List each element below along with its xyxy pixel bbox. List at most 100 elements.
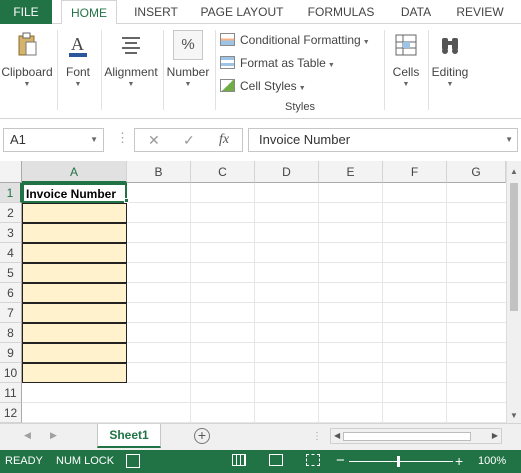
sheet-tab-bar: ◀ ▶ Sheet1 + ⋮ ◀ ▶ bbox=[0, 423, 521, 450]
cell-a5[interactable] bbox=[22, 263, 127, 283]
tab-split-handle[interactable]: ⋮ bbox=[312, 431, 323, 442]
worksheet-grid: A B C D E F G 1 2 3 4 5 6 7 8 9 10 11 12… bbox=[0, 161, 521, 423]
styles-group-label: Styles bbox=[285, 101, 315, 113]
horizontal-scrollbar[interactable]: ◀ ▶ bbox=[330, 428, 502, 444]
cell-a10[interactable] bbox=[22, 363, 127, 383]
ribbon-divider bbox=[384, 30, 385, 110]
cell-a3[interactable] bbox=[22, 223, 127, 243]
cell-a4[interactable] bbox=[22, 243, 127, 263]
zoom-out-button[interactable]: − bbox=[336, 452, 345, 469]
conditional-formatting-icon bbox=[220, 33, 235, 46]
ribbon: Clipboard ▼ A Font ▼ Alignment ▼ % Numbe… bbox=[0, 24, 521, 119]
format-as-table-button[interactable]: Format as Table ▼ bbox=[218, 53, 378, 76]
editing-group[interactable]: Editing ▼ bbox=[430, 28, 470, 112]
tab-data[interactable]: DATA bbox=[392, 0, 440, 24]
scroll-right-icon[interactable]: ▶ bbox=[492, 431, 498, 440]
chevron-down-icon: ▼ bbox=[127, 81, 135, 88]
add-sheet-icon[interactable]: + bbox=[194, 428, 210, 444]
formula-bar: A1 ▼ ⋮ ✕ ✓ fx Invoice Number ▼ bbox=[0, 119, 521, 161]
row-header-7[interactable]: 7 bbox=[0, 303, 22, 323]
row-header-11[interactable]: 11 bbox=[0, 383, 22, 403]
svg-text:A: A bbox=[71, 34, 84, 54]
chevron-down-icon: ▼ bbox=[446, 81, 454, 88]
row-header-6[interactable]: 6 bbox=[0, 283, 22, 303]
cells-icon bbox=[391, 30, 421, 60]
styles-group: Conditional Formatting ▼ Format as Table ▼… bbox=[218, 30, 378, 99]
cell-a7[interactable] bbox=[22, 303, 127, 323]
macro-record-icon[interactable] bbox=[126, 454, 140, 468]
formula-input[interactable]: Invoice Number ▼ bbox=[248, 128, 518, 152]
tab-formulas[interactable]: FORMULAS bbox=[300, 0, 382, 24]
page-layout-view-icon[interactable] bbox=[269, 454, 283, 466]
conditional-formatting-button[interactable]: Conditional Formatting ▼ bbox=[218, 30, 378, 53]
chevron-down-icon: ▼ bbox=[74, 81, 82, 88]
tab-page-layout[interactable]: PAGE LAYOUT bbox=[196, 0, 288, 24]
ribbon-divider bbox=[215, 30, 216, 110]
grid-line bbox=[190, 183, 191, 423]
zoom-level[interactable]: 100% bbox=[478, 455, 506, 467]
status-bar: READY NUM LOCK − + 100% bbox=[0, 450, 521, 473]
column-header-d[interactable]: D bbox=[255, 161, 319, 183]
column-header-a[interactable]: A bbox=[22, 161, 127, 183]
next-sheet-icon[interactable]: ▶ bbox=[50, 430, 57, 441]
column-header-c[interactable]: C bbox=[191, 161, 255, 183]
number-group[interactable]: % Number ▼ bbox=[164, 28, 212, 112]
vertical-scrollbar[interactable]: ▲ ▼ bbox=[506, 161, 521, 423]
scroll-left-icon[interactable]: ◀ bbox=[334, 431, 340, 440]
insert-function-icon[interactable]: fx bbox=[219, 132, 229, 148]
select-all-corner[interactable] bbox=[0, 161, 22, 183]
column-header-b[interactable]: B bbox=[127, 161, 191, 183]
cell-a2[interactable] bbox=[22, 203, 127, 223]
row-header-10[interactable]: 10 bbox=[0, 363, 22, 383]
page-break-view-icon[interactable] bbox=[306, 454, 320, 466]
cell-a9[interactable] bbox=[22, 343, 127, 363]
vertical-scroll-thumb[interactable] bbox=[510, 183, 518, 311]
clipboard-label: Clipboard bbox=[1, 65, 53, 79]
cell-a1[interactable]: Invoice Number bbox=[22, 183, 127, 203]
name-box-value: A1 bbox=[10, 132, 26, 147]
cell-a8[interactable] bbox=[22, 323, 127, 343]
font-group[interactable]: A Font ▼ bbox=[58, 28, 98, 112]
scroll-down-icon[interactable]: ▼ bbox=[510, 411, 518, 420]
zoom-in-button[interactable]: + bbox=[455, 453, 463, 469]
status-ready: READY bbox=[5, 455, 43, 467]
row-header-1[interactable]: 1 bbox=[0, 183, 22, 203]
grid-line bbox=[254, 183, 255, 423]
column-header-e[interactable]: E bbox=[319, 161, 383, 183]
fill-handle[interactable] bbox=[124, 198, 129, 203]
sheet-tab-sheet1[interactable]: Sheet1 bbox=[97, 424, 161, 448]
row-header-5[interactable]: 5 bbox=[0, 263, 22, 283]
zoom-slider-track[interactable] bbox=[349, 461, 453, 462]
prev-sheet-icon[interactable]: ◀ bbox=[24, 430, 31, 441]
cell-styles-button[interactable]: Cell Styles ▼ bbox=[218, 76, 378, 99]
alignment-group[interactable]: Alignment ▼ bbox=[102, 28, 160, 112]
tab-file[interactable]: FILE bbox=[0, 0, 52, 24]
row-header-3[interactable]: 3 bbox=[0, 223, 22, 243]
chevron-down-icon[interactable]: ▼ bbox=[90, 129, 98, 151]
tab-home[interactable]: HOME bbox=[61, 0, 117, 25]
cells-group[interactable]: Cells ▼ bbox=[387, 28, 425, 112]
row-header-8[interactable]: 8 bbox=[0, 323, 22, 343]
font-label: Font bbox=[65, 65, 90, 79]
column-header-g[interactable]: G bbox=[447, 161, 506, 183]
cell-a6[interactable] bbox=[22, 283, 127, 303]
enter-icon[interactable]: ✓ bbox=[183, 132, 195, 149]
horizontal-scroll-thumb[interactable] bbox=[343, 432, 471, 441]
name-box[interactable]: A1 ▼ bbox=[3, 128, 104, 152]
tab-insert[interactable]: INSERT bbox=[128, 0, 184, 24]
row-header-2[interactable]: 2 bbox=[0, 203, 22, 223]
ribbon-divider bbox=[428, 30, 429, 110]
zoom-slider-thumb[interactable] bbox=[397, 456, 400, 467]
formula-bar-grip[interactable]: ⋮ bbox=[116, 130, 129, 146]
align-lines-icon bbox=[116, 30, 146, 60]
clipboard-group[interactable]: Clipboard ▼ bbox=[0, 28, 54, 112]
column-header-f[interactable]: F bbox=[383, 161, 447, 183]
scroll-up-icon[interactable]: ▲ bbox=[510, 167, 518, 176]
row-header-12[interactable]: 12 bbox=[0, 403, 22, 423]
cancel-icon[interactable]: ✕ bbox=[148, 132, 160, 149]
chevron-down-icon[interactable]: ▼ bbox=[505, 129, 513, 151]
normal-view-icon[interactable] bbox=[232, 454, 246, 466]
row-header-9[interactable]: 9 bbox=[0, 343, 22, 363]
row-header-4[interactable]: 4 bbox=[0, 243, 22, 263]
tab-review[interactable]: REVIEW bbox=[450, 0, 510, 24]
